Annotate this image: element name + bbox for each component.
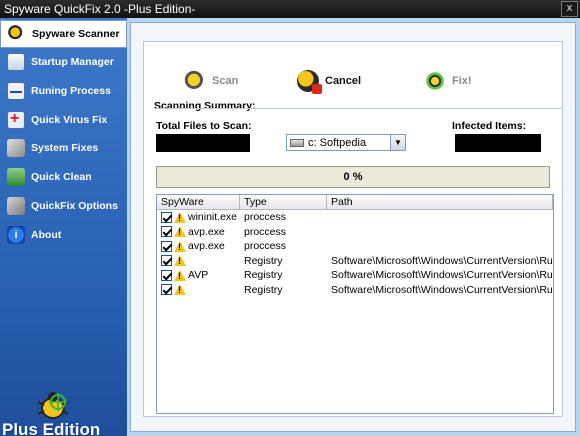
warning-icon <box>174 269 186 281</box>
row-checkbox[interactable] <box>161 255 172 267</box>
scanner-panel: Scan Cancel Fix! Scanning Summary: Total… <box>143 41 563 417</box>
sidebar-item-quickfix-options[interactable]: QuickFix Options <box>0 192 127 220</box>
table-row[interactable]: wininit.exe proccess <box>157 210 553 225</box>
results-table: SpyWare Type Path wininit.exe proccess a… <box>156 194 554 414</box>
cancel-label: Cancel <box>325 75 362 87</box>
fix-label: Fix! <box>452 75 472 87</box>
column-header-path[interactable]: Path <box>327 195 553 209</box>
spyware-name: avp.exe <box>188 225 225 238</box>
sidebar-item-label: Runing Process <box>31 85 111 97</box>
warning-icon <box>174 240 186 252</box>
warning-icon <box>174 211 186 223</box>
spyware-name: wininit.exe <box>188 211 238 224</box>
table-row[interactable]: AVP Registry Software\Microsoft\Windows\… <box>157 268 553 283</box>
sidebar-item-running-process[interactable]: Runing Process <box>0 77 127 105</box>
sidebar-item-label: Quick Clean <box>31 171 92 183</box>
bug-scanner-icon <box>8 25 26 43</box>
sidebar-item-label: System Fixes <box>31 142 99 154</box>
scan-button[interactable]: Scan <box>184 70 238 92</box>
scan-label: Scan <box>212 75 239 87</box>
fix-button[interactable]: Fix! <box>424 70 472 92</box>
bug-logo-icon <box>37 392 69 419</box>
main-panel: Scan Cancel Fix! Scanning Summary: Total… <box>130 22 576 432</box>
total-files-label: Total Files to Scan: <box>156 120 252 132</box>
spyware-path: Software\Microsoft\Windows\CurrentVersio… <box>331 254 554 267</box>
spyware-path: Software\Microsoft\Windows\CurrentVersio… <box>331 269 554 282</box>
table-row[interactable]: avp.exe proccess <box>157 225 553 240</box>
column-header-type[interactable]: Type <box>240 195 327 209</box>
cancel-button[interactable]: Cancel <box>297 70 362 94</box>
sidebar-item-quick-virus-fix[interactable]: Quick Virus Fix <box>0 106 127 134</box>
spyware-type: proccess <box>244 240 287 253</box>
window-title: Spyware QuickFix 2.0 -Plus Edition- <box>4 2 196 16</box>
bug-target-icon <box>424 70 446 92</box>
startup-window-icon <box>7 53 25 71</box>
progress-text: 0 % <box>343 171 363 183</box>
sidebar-item-quick-clean[interactable]: Quick Clean <box>0 163 127 191</box>
process-monitor-icon <box>7 82 25 100</box>
spyware-type: Registry <box>244 254 283 267</box>
dropdown-arrow-icon[interactable]: ▼ <box>390 135 405 150</box>
sidebar-item-system-fixes[interactable]: System Fixes <box>0 134 127 162</box>
drive-select-value: c: Softpedia <box>308 136 367 149</box>
row-checkbox[interactable] <box>161 226 172 238</box>
drive-select[interactable]: c: Softpedia ▼ <box>286 134 406 151</box>
sidebar: Spyware Scanner Startup Manager Runing P… <box>0 18 127 436</box>
column-header-spyware[interactable]: SpyWare <box>157 195 240 209</box>
row-checkbox[interactable] <box>161 284 172 296</box>
row-checkbox[interactable] <box>161 240 172 252</box>
recycle-bin-icon <box>7 168 25 186</box>
spyware-name: AVP <box>188 269 209 282</box>
scanning-summary-title: Scanning Summary: <box>154 100 256 112</box>
sidebar-item-startup-manager[interactable]: Startup Manager <box>0 48 127 76</box>
spyware-type: Registry <box>244 269 283 282</box>
total-files-display <box>156 134 250 152</box>
info-icon: i <box>7 226 25 244</box>
warning-icon <box>174 255 186 267</box>
warning-icon <box>174 226 186 238</box>
sidebar-item-label: Spyware Scanner <box>32 28 120 40</box>
table-row[interactable]: Registry Software\Microsoft\Windows\Curr… <box>157 283 553 298</box>
table-header: SpyWare Type Path <box>157 195 553 210</box>
sidebar-item-about[interactable]: i About <box>0 221 127 249</box>
sidebar-item-label: Startup Manager <box>31 56 114 68</box>
bug-stop-icon <box>297 70 322 94</box>
close-button[interactable]: x <box>561 1 578 17</box>
infected-items-label: Infected Items: <box>452 120 527 132</box>
table-row[interactable]: Registry Software\Microsoft\Windows\Curr… <box>157 254 553 269</box>
spyware-type: proccess <box>244 211 287 224</box>
warning-icon <box>174 284 186 296</box>
tools-icon <box>7 139 25 157</box>
scan-progress-bar: 0 % <box>156 166 550 188</box>
plus-edition-label: Plus Edition <box>2 420 101 436</box>
row-checkbox[interactable] <box>161 269 172 281</box>
infected-items-display <box>455 134 541 152</box>
spyware-path: Software\Microsoft\Windows\CurrentVersio… <box>331 283 554 296</box>
virus-cross-icon <box>7 110 25 129</box>
spyware-type: proccess <box>244 225 287 238</box>
hard-drive-icon <box>290 138 304 147</box>
row-checkbox[interactable] <box>161 211 172 223</box>
spyware-name: avp.exe <box>188 240 225 253</box>
divider <box>154 108 562 109</box>
magnifier-bug-icon <box>184 70 206 92</box>
sidebar-item-label: QuickFix Options <box>31 200 118 212</box>
title-bar: Spyware QuickFix 2.0 -Plus Edition- x <box>0 0 580 18</box>
table-row[interactable]: avp.exe proccess <box>157 239 553 254</box>
sidebar-item-label: Quick Virus Fix <box>31 114 108 126</box>
sidebar-item-spyware-scanner[interactable]: Spyware Scanner <box>0 20 127 48</box>
spyware-type: Registry <box>244 283 283 296</box>
sidebar-item-label: About <box>31 229 62 241</box>
wrench-icon <box>7 197 25 215</box>
